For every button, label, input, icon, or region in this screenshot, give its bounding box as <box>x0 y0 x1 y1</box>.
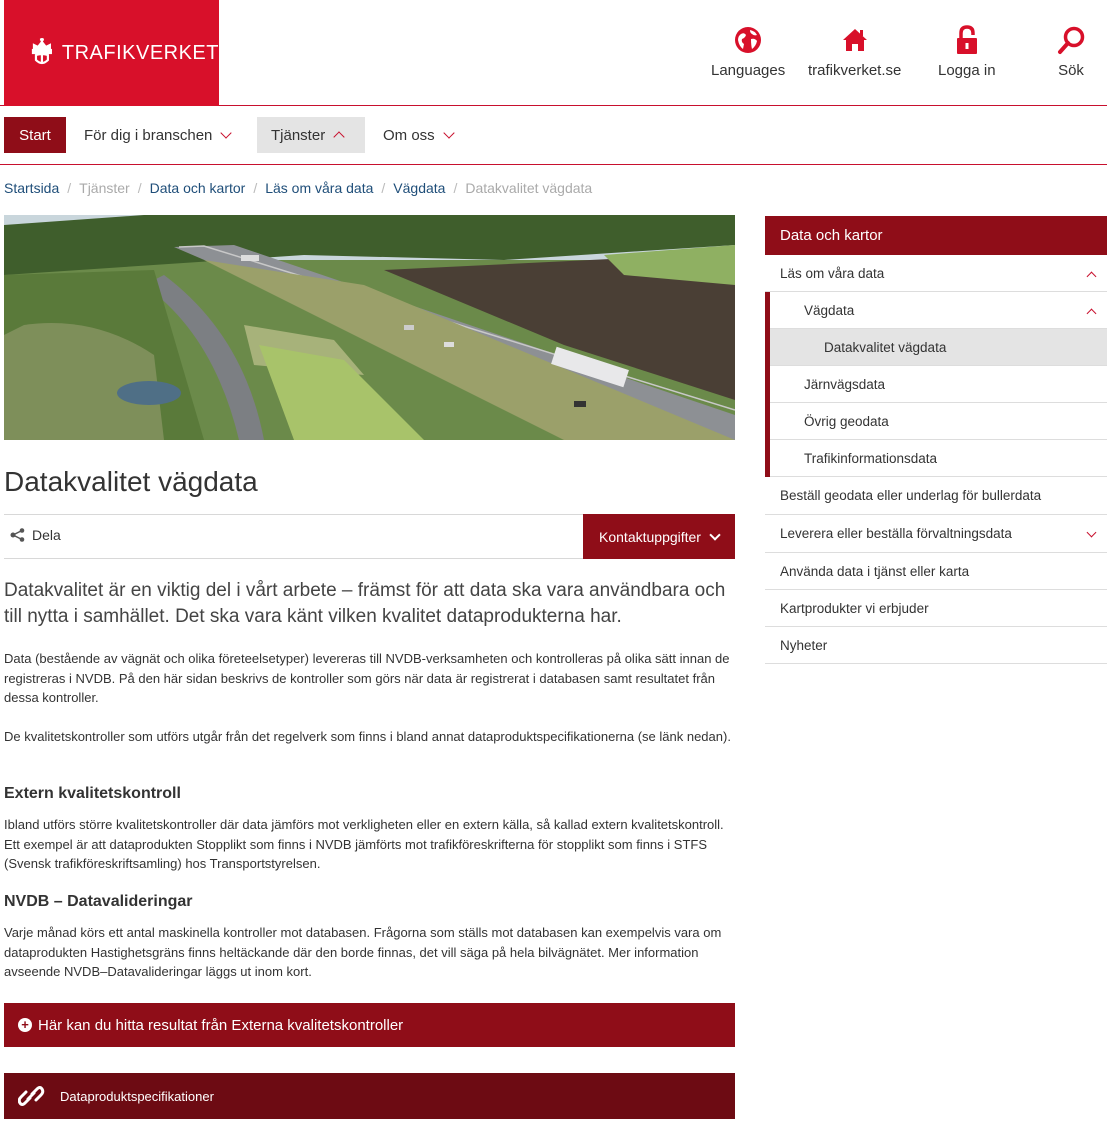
sidebar-item-label: Vägdata <box>804 302 855 318</box>
lock-icon <box>956 25 977 54</box>
breadcrumb: Startsida / Tjänster / Data och kartor /… <box>4 180 592 196</box>
breadcrumb-current: Datakvalitet vägdata <box>465 180 593 196</box>
sidebar-item-anvanda-data[interactable]: Använda data i tjänst eller karta <box>765 553 1107 590</box>
login-link[interactable]: Logga in <box>938 24 996 79</box>
globe-icon <box>735 27 762 53</box>
trafikverket-logo[interactable]: TRAFIKVERKET <box>4 0 219 106</box>
nav-item-om-oss[interactable]: Om oss <box>369 117 467 153</box>
nav-item-label: För dig i branschen <box>84 126 213 144</box>
breadcrumb-separator: / <box>381 180 386 196</box>
chevron-down-icon <box>220 127 233 139</box>
dataproduct-specs-link[interactable]: Dataproduktspecifikationer <box>4 1073 735 1119</box>
breadcrumb-separator: / <box>67 180 72 196</box>
page-title: Datakvalitet vägdata <box>4 466 258 497</box>
sidebar-item-label: Datakvalitet vägdata <box>824 339 947 355</box>
subheading-nvdb: NVDB – Datavalideringar <box>4 893 193 910</box>
plus-icon: + <box>18 1018 32 1032</box>
sidebar-item-label: Läs om våra data <box>780 265 885 281</box>
chevron-up-icon[interactable] <box>1086 308 1097 319</box>
link-label: Dataproduktspecifikationer <box>60 1088 214 1104</box>
sidebar-navigation: Data och kartor Läs om våra data Vägdata… <box>765 216 1107 664</box>
hero-image <box>4 215 735 440</box>
share-label: Dela <box>32 527 61 543</box>
sidebar-item-vagdata[interactable]: Vägdata <box>765 292 1107 329</box>
breadcrumb-startsida[interactable]: Startsida <box>4 180 59 196</box>
sidebar-item-trafikinformationsdata[interactable]: Trafikinformationsdata <box>765 440 1107 477</box>
sidebar-item-label: Nyheter <box>780 637 828 653</box>
breadcrumb-tjanster[interactable]: Tjänster <box>79 180 130 196</box>
contact-button[interactable]: Kontaktuppgifter <box>583 514 735 559</box>
link-icon <box>18 1086 45 1106</box>
sidebar-item-las-om-vara-data[interactable]: Läs om våra data <box>765 255 1107 292</box>
share-bar: Dela Kontaktuppgifter <box>4 514 735 559</box>
breadcrumb-separator: / <box>253 180 258 196</box>
sidebar-item-label: Trafikinformationsdata <box>804 450 938 466</box>
main-navigation: Start För dig i branschen Tjänster Om os… <box>0 107 1107 165</box>
breadcrumb-las-om-vara-data[interactable]: Läs om våra data <box>265 180 373 196</box>
body-paragraph-4: Varje månad körs ett antal maskinella ko… <box>4 925 722 979</box>
subheading-extern: Extern kvalitetskontroll <box>4 785 181 802</box>
sidebar-item-label: Järnvägsdata <box>804 376 886 392</box>
sidebar-item-ovrig-geodata[interactable]: Övrig geodata <box>765 403 1107 440</box>
share-button[interactable]: Dela <box>10 527 61 543</box>
breadcrumb-separator: / <box>137 180 142 196</box>
languages-label: Languages <box>711 62 786 79</box>
body-paragraph-3: Ibland utförs större kvalitetskontroller… <box>4 817 724 871</box>
sidebar-item-label: Beställ geodata eller underlag för bulle… <box>780 488 1042 503</box>
nav-start[interactable]: Start <box>4 117 66 153</box>
breadcrumb-separator: / <box>453 180 458 196</box>
chevron-down-icon <box>709 528 721 541</box>
search-link[interactable]: Sök <box>1055 24 1087 79</box>
sidebar-item-label: Använda data i tjänst eller karta <box>780 563 970 579</box>
sidebar-item-jarnvagsdata[interactable]: Järnvägsdata <box>765 366 1107 403</box>
sidebar-item-label: Kartprodukter vi erbjuder <box>780 600 929 616</box>
nav-item-label: Om oss <box>383 126 435 144</box>
trafikverket-home-link[interactable]: trafikverket.se <box>808 24 901 79</box>
crown-icon <box>31 38 52 65</box>
breadcrumb-vagdata[interactable]: Vägdata <box>393 180 445 196</box>
nav-item-bransch[interactable]: För dig i branschen <box>70 117 244 153</box>
search-icon <box>1058 26 1085 54</box>
sidebar-item-bestall-geodata[interactable]: Beställ geodata eller underlag för bulle… <box>765 477 1107 515</box>
external-controls-accordion[interactable]: + Här kan du hitta resultat från Externa… <box>4 1003 735 1047</box>
login-label: Logga in <box>938 62 996 79</box>
accordion-label: Här kan du hitta resultat från Externa k… <box>38 1016 404 1034</box>
chevron-up-icon <box>333 131 345 143</box>
search-label: Sök <box>1058 62 1084 79</box>
site-header: TRAFIKVERKET Languages trafikverket.se L… <box>0 0 1107 106</box>
languages-link[interactable]: Languages <box>711 24 785 79</box>
nav-item-label: Tjänster <box>271 126 326 144</box>
sidebar-item-label: Leverera eller beställa förvaltningsdata <box>780 526 1012 541</box>
chevron-down-icon[interactable] <box>1086 527 1097 538</box>
contact-label: Kontaktuppgifter <box>599 528 701 545</box>
home-icon <box>842 29 867 51</box>
share-icon <box>10 528 25 542</box>
lead-paragraph: Datakvalitet är en viktig del i vårt arb… <box>4 580 726 627</box>
body-paragraph-2: De kvalitetskontroller som utförs utgår … <box>4 729 731 744</box>
breadcrumb-data-och-kartor[interactable]: Data och kartor <box>150 180 246 196</box>
sidebar-item-nyheter[interactable]: Nyheter <box>765 627 1107 664</box>
body-paragraph-1: Data (bestående av vägnät och olika före… <box>4 651 730 705</box>
sidebar-item-datakvalitet-vagdata[interactable]: Datakvalitet vägdata <box>765 329 1107 366</box>
sidebar-heading[interactable]: Data och kartor <box>765 216 1107 255</box>
chevron-up-icon[interactable] <box>1086 271 1097 282</box>
sidebar-item-kartprodukter[interactable]: Kartprodukter vi erbjuder <box>765 590 1107 627</box>
sidebar-item-label: Övrig geodata <box>804 413 889 429</box>
chevron-down-icon <box>443 127 455 139</box>
sidebar-item-leverera-forvaltningsdata[interactable]: Leverera eller beställa förvaltningsdata <box>765 515 1107 553</box>
home-label: trafikverket.se <box>808 62 902 79</box>
logo-text: TRAFIKVERKET <box>61 41 219 64</box>
nav-item-tjanster[interactable]: Tjänster <box>257 117 365 153</box>
